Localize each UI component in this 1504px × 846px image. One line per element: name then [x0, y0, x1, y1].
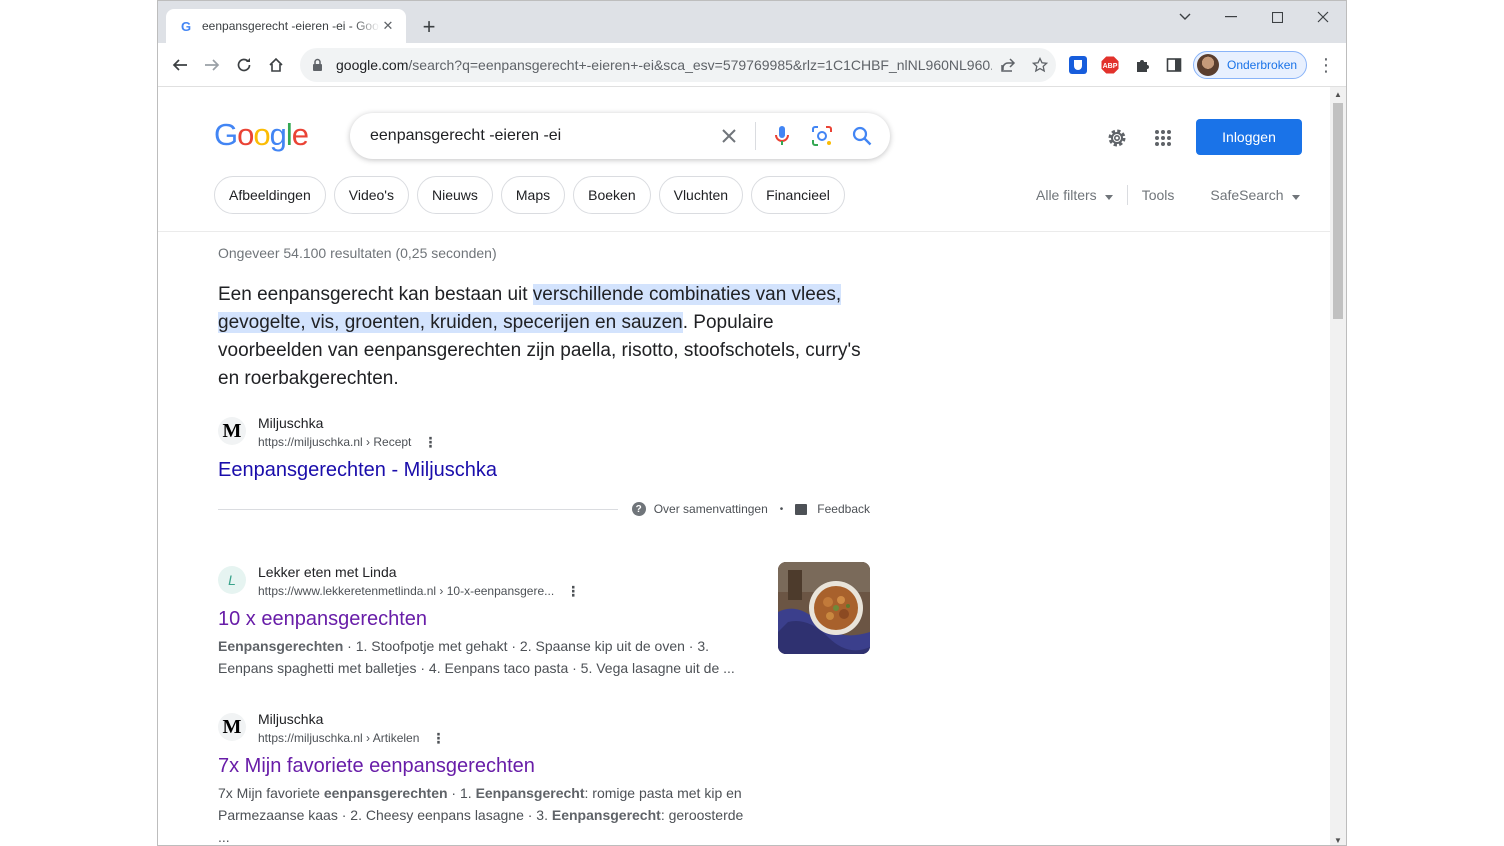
profile-button[interactable]: Onderbroken	[1193, 51, 1307, 79]
featured-source[interactable]: M Miljuschka https://miljuschka.nl › Rec…	[218, 413, 437, 451]
divider	[218, 508, 618, 510]
miljuschka-favicon-icon: M	[218, 417, 246, 445]
page-scrollbar[interactable]: ▲ ▼	[1330, 87, 1346, 845]
tab-strip: G eenpansgerecht -eieren -ei - Google Zo…	[158, 1, 1346, 43]
adblock-plus-extension-icon[interactable]: ABP	[1098, 53, 1122, 77]
share-icon[interactable]	[992, 51, 1024, 79]
browser-window: G eenpansgerecht -eieren -ei - Google Zo…	[157, 0, 1347, 846]
feedback-link[interactable]: Feedback	[795, 502, 870, 516]
extensions-puzzle-icon[interactable]	[1130, 53, 1154, 77]
avatar	[1197, 54, 1219, 76]
source-name: Lekker eten met Linda	[258, 564, 397, 580]
search-box	[350, 113, 890, 159]
featured-result-title[interactable]: Eenpansgerechten - Miljuschka	[218, 457, 497, 483]
home-button[interactable]	[262, 51, 290, 79]
filter-tools: Alle filters Tools SafeSearch	[1036, 185, 1300, 205]
result-stats: Ongeveer 54.100 resultaten (0,25 seconde…	[218, 245, 497, 261]
miljuschka-favicon-icon: M	[218, 713, 246, 741]
source-cite: https://miljuschka.nl › Recept ⋮	[258, 433, 438, 451]
google-apps-icon[interactable]	[1148, 123, 1178, 153]
source-name: Miljuschka	[258, 711, 324, 727]
more-options-icon[interactable]: ⋮	[566, 582, 580, 600]
clear-icon[interactable]	[709, 116, 749, 156]
search-results-page: Google eenpansgerecht -eieren -ei Inlogg…	[158, 87, 1330, 845]
search-input[interactable]	[370, 127, 709, 145]
google-favicon-icon: G	[180, 18, 192, 34]
chip-flights[interactable]: Vluchten	[658, 176, 744, 214]
snippet-footer: ? Over samenvattingen • Feedback	[218, 499, 870, 519]
chip-finance[interactable]: Financieel	[751, 176, 845, 214]
chip-maps[interactable]: Maps	[500, 176, 566, 214]
url-text: google.com/search?q=eenpansgerecht+-eier…	[336, 57, 992, 73]
result-thumbnail-image[interactable]	[778, 562, 870, 654]
back-button[interactable]	[166, 51, 194, 79]
result-description: Eenpansgerechten · 1. Stoofpotje met geh…	[218, 638, 735, 676]
address-bar[interactable]: google.com/search?q=eenpansgerecht+-eier…	[300, 48, 1056, 82]
divider	[755, 122, 756, 150]
profile-name: Onderbroken	[1227, 58, 1298, 72]
source-cite: https://www.lekkeretenmetlinda.nl › 10-x…	[258, 582, 581, 600]
help-icon: ?	[631, 502, 646, 516]
result-title[interactable]: 10 x eenpansgerechten	[218, 606, 427, 632]
browser-tab[interactable]: G eenpansgerecht -eieren -ei - Google Zo…	[166, 9, 406, 43]
linda-favicon-icon: L	[218, 566, 246, 594]
scroll-up-arrow-icon[interactable]: ▲	[1330, 87, 1346, 101]
result-description: 7x Mijn favoriete eenpansgerechten · 1. …	[218, 785, 744, 845]
browser-menu-icon[interactable]: ⋮	[1317, 53, 1335, 77]
separator-dot: •	[779, 503, 784, 515]
microphone-icon[interactable]	[762, 116, 802, 156]
tools-button[interactable]: Tools	[1142, 187, 1175, 203]
more-options-icon[interactable]: ⋮	[423, 433, 437, 451]
chevron-down-icon	[1291, 195, 1300, 200]
search-icon[interactable]	[842, 116, 882, 156]
source-cite: https://miljuschka.nl › Artikelen ⋮	[258, 729, 446, 747]
source-name: Miljuschka	[258, 415, 324, 431]
more-options-icon[interactable]: ⋮	[431, 729, 445, 747]
tab-search-chevron-icon[interactable]	[1162, 1, 1208, 33]
chip-books[interactable]: Boeken	[573, 176, 651, 214]
scrollbar-thumb[interactable]	[1333, 103, 1343, 319]
tab-close-icon[interactable]: ✕	[380, 18, 396, 34]
close-window-button[interactable]	[1300, 1, 1346, 33]
feedback-icon	[795, 503, 808, 515]
divider	[1126, 185, 1128, 205]
about-snippets-link[interactable]: ? Over samenvattingen	[631, 502, 768, 516]
filter-chips: Afbeeldingen Video's Nieuws Maps Boeken …	[214, 176, 845, 214]
login-button[interactable]: Inloggen	[1196, 119, 1302, 155]
chip-videos[interactable]: Video's	[333, 176, 409, 214]
header-divider	[158, 231, 1330, 232]
scroll-down-arrow-icon[interactable]: ▼	[1330, 833, 1346, 845]
browser-toolbar: google.com/search?q=eenpansgerecht+-eier…	[158, 43, 1346, 87]
side-panel-icon[interactable]	[1162, 53, 1186, 77]
maximize-button[interactable]	[1254, 1, 1300, 33]
bookmark-star-icon[interactable]	[1024, 51, 1056, 79]
bitwarden-extension-icon[interactable]	[1066, 53, 1090, 77]
minimize-button[interactable]	[1208, 1, 1254, 33]
chip-news[interactable]: Nieuws	[416, 176, 493, 214]
tab-title: eenpansgerecht -eieren -ei - Google Zoek…	[202, 19, 380, 33]
chevron-down-icon	[1104, 195, 1113, 200]
reload-button[interactable]	[230, 51, 258, 79]
lock-icon	[312, 58, 326, 72]
featured-snippet-text: Een eenpansgerecht kan bestaan uit versc…	[218, 284, 861, 389]
result-source[interactable]: M Miljuschka https://miljuschka.nl › Art…	[218, 709, 445, 747]
svg-text:ABP: ABP	[1103, 63, 1118, 70]
result-title[interactable]: 7x Mijn favoriete eenpansgerechten	[218, 753, 535, 779]
chip-images[interactable]: Afbeeldingen	[214, 176, 326, 214]
result-source[interactable]: L Lekker eten met Linda https://www.lekk…	[218, 562, 580, 600]
new-tab-button[interactable]: +	[416, 14, 442, 40]
lens-camera-icon[interactable]	[802, 116, 842, 156]
all-filters-dropdown[interactable]: Alle filters	[1036, 187, 1113, 203]
safesearch-dropdown[interactable]: SafeSearch	[1210, 187, 1300, 203]
settings-gear-icon[interactable]	[1102, 123, 1132, 153]
forward-button[interactable]	[198, 51, 226, 79]
google-logo[interactable]: Google	[214, 117, 309, 153]
